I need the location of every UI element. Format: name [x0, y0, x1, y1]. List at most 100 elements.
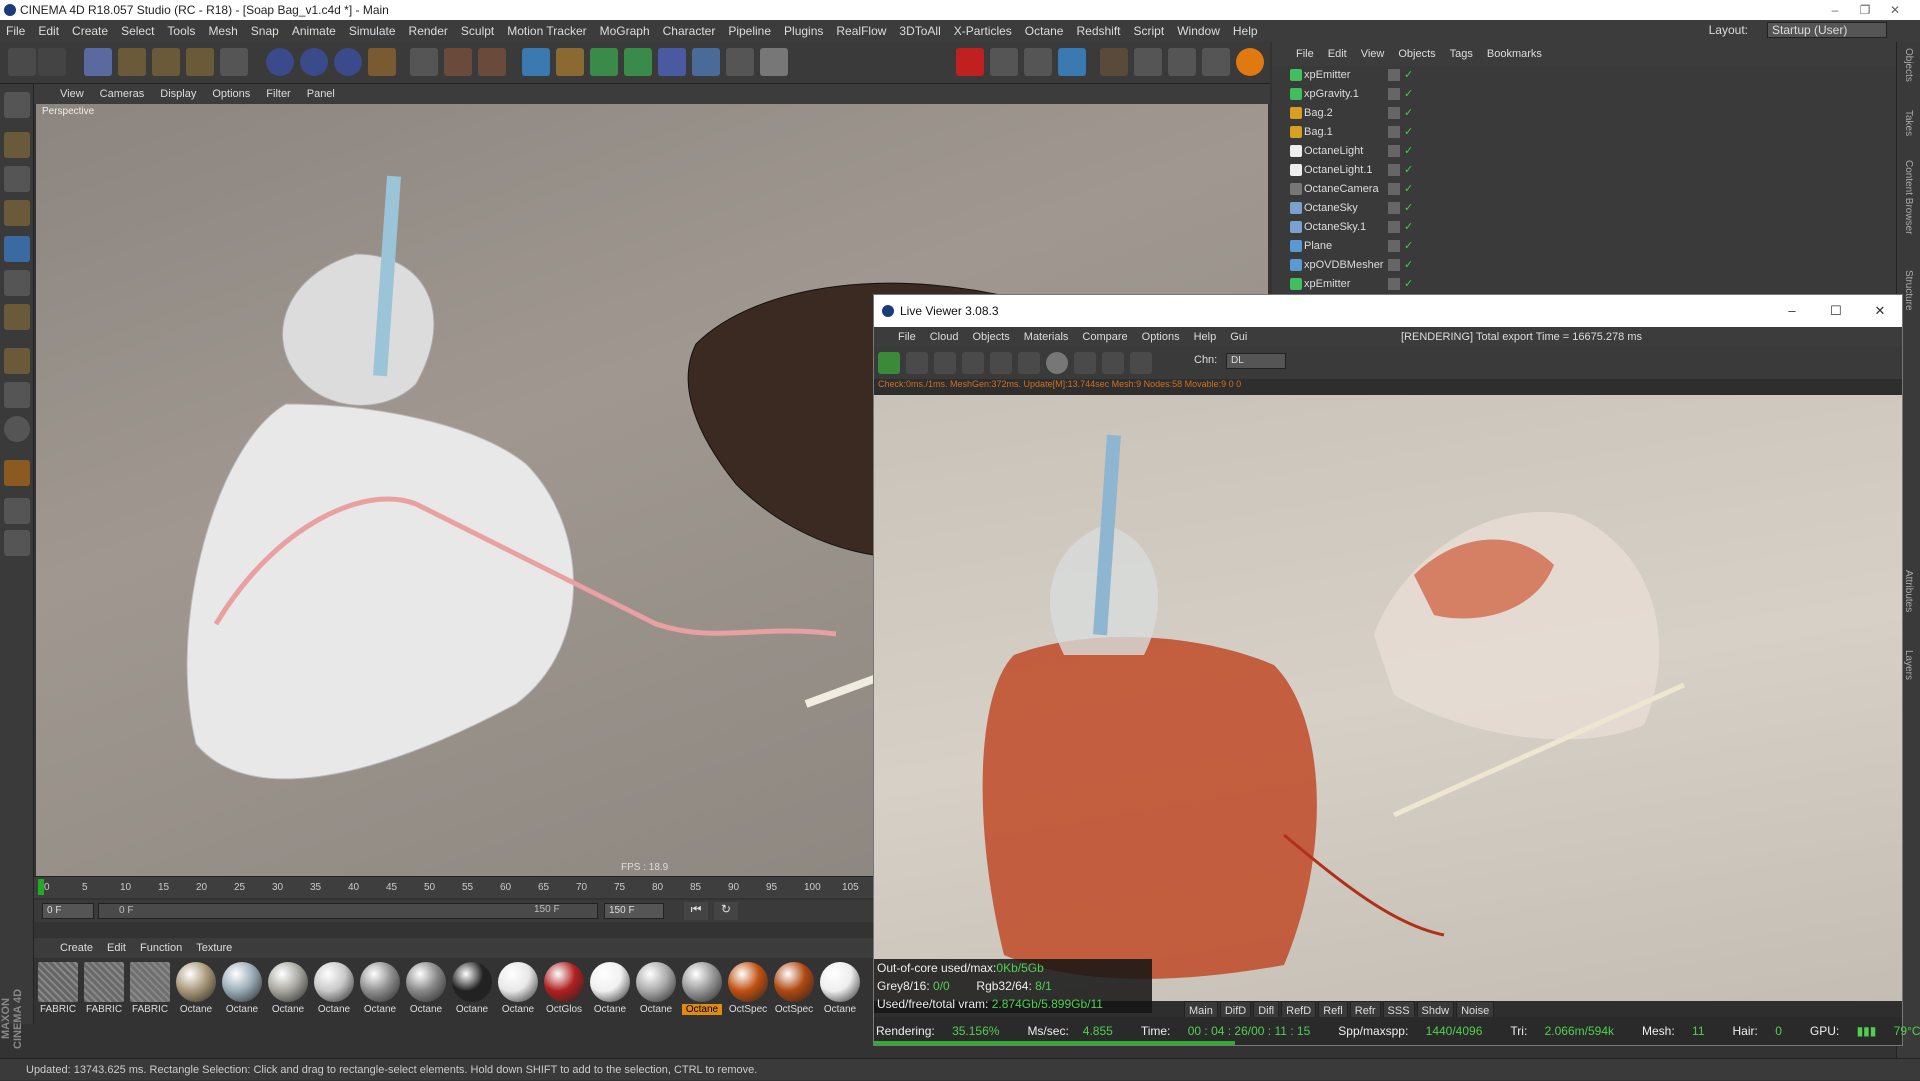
cloner-icon[interactable] [624, 48, 652, 76]
enable-check-icon[interactable]: ✓ [1404, 144, 1413, 157]
material-swatch[interactable]: OctGlos [544, 962, 584, 1015]
material-menu-create[interactable]: Create [60, 942, 93, 954]
rotate-tool-icon[interactable] [186, 48, 214, 76]
material-swatch[interactable]: OctSpec [774, 962, 814, 1015]
menu-x-particles[interactable]: X-Particles [954, 24, 1012, 38]
lv-menu-options[interactable]: Options [1142, 331, 1180, 343]
lv-menu-help[interactable]: Help [1194, 331, 1217, 343]
om-menu-file[interactable]: File [1296, 48, 1314, 60]
side-tab[interactable]: Content Browser [1903, 160, 1914, 234]
octane-material-icon[interactable] [1058, 48, 1086, 76]
region-render-icon[interactable] [962, 352, 984, 374]
menu-tools[interactable]: Tools [167, 24, 195, 38]
x-axis-icon[interactable] [266, 48, 294, 76]
loop-icon[interactable]: ↻ [714, 902, 738, 920]
snapping-icon[interactable] [4, 460, 30, 486]
material-swatch[interactable]: Octane [406, 962, 446, 1015]
lv-menu-objects[interactable]: Objects [972, 331, 1009, 343]
floor-icon[interactable] [692, 48, 720, 76]
visibility-toggle-icon[interactable] [1388, 221, 1400, 233]
selection-tool-icon[interactable] [84, 48, 112, 76]
clay-mode-icon[interactable] [1074, 352, 1096, 374]
material-swatch[interactable]: Octane [452, 962, 492, 1015]
material-swatch[interactable]: Octane [176, 962, 216, 1015]
material-swatch[interactable]: Octane [682, 962, 722, 1015]
menu-script[interactable]: Script [1134, 24, 1165, 38]
redo-icon[interactable] [38, 48, 66, 76]
om-menu-view[interactable]: View [1361, 48, 1385, 60]
minimize-icon[interactable]: – [1820, 0, 1850, 20]
lv-menu-compare[interactable]: Compare [1082, 331, 1127, 343]
undo-icon[interactable] [8, 48, 36, 76]
octane-film-icon[interactable] [990, 48, 1018, 76]
octane-live-viewer-icon[interactable] [956, 48, 984, 76]
snap-icon[interactable] [1100, 48, 1128, 76]
menu-sculpt[interactable]: Sculpt [461, 24, 494, 38]
menu-mograph[interactable]: MoGraph [600, 24, 650, 38]
object-row[interactable]: OctaneCamera ✓ [1272, 180, 1896, 199]
viewport-menu-options[interactable]: Options [212, 88, 250, 100]
channel-dropdown[interactable]: DL [1226, 353, 1286, 369]
material-swatch[interactable]: Octane [636, 962, 676, 1015]
menu-edit[interactable]: Edit [38, 24, 59, 38]
pbr-icon[interactable] [1202, 48, 1230, 76]
visibility-toggle-icon[interactable] [1388, 202, 1400, 214]
visibility-toggle-icon[interactable] [1388, 278, 1400, 290]
menu-3dtoall[interactable]: 3DToAll [899, 24, 940, 38]
menu-plugins[interactable]: Plugins [784, 24, 823, 38]
visibility-toggle-icon[interactable] [1388, 88, 1400, 100]
render-picture-viewer-icon[interactable] [444, 48, 472, 76]
model-mode-icon[interactable] [4, 132, 30, 158]
lock-icon[interactable] [1018, 352, 1040, 374]
coordinate-system-icon[interactable] [368, 48, 396, 76]
lv-menu-materials[interactable]: Materials [1024, 331, 1069, 343]
object-row[interactable]: Plane ✓ [1272, 237, 1896, 256]
om-menu-tags[interactable]: Tags [1450, 48, 1473, 60]
object-row[interactable]: xpEmitter ✓ [1272, 275, 1896, 294]
send-scene-icon[interactable] [878, 352, 900, 374]
subdivision-icon[interactable] [590, 48, 618, 76]
light-icon[interactable] [760, 48, 788, 76]
material-swatch[interactable]: FABRIC [84, 962, 124, 1015]
texture-mode-icon[interactable] [4, 166, 30, 192]
material-swatch[interactable]: Octane [498, 962, 538, 1015]
scale-tool-icon[interactable] [152, 48, 180, 76]
menu-help[interactable]: Help [1233, 24, 1258, 38]
render-settings-icon[interactable] [478, 48, 506, 76]
om-menu-edit[interactable]: Edit [1328, 48, 1347, 60]
menu-mesh[interactable]: Mesh [208, 24, 237, 38]
current-frame-field[interactable]: 0 F [42, 903, 94, 919]
lv-menu-cloud[interactable]: Cloud [930, 331, 959, 343]
object-row[interactable]: OctaneLight.1 ✓ [1272, 161, 1896, 180]
enable-check-icon[interactable]: ✓ [1404, 106, 1413, 119]
side-tab[interactable]: Attributes [1903, 570, 1914, 612]
om-menu-objects[interactable]: Objects [1398, 48, 1435, 60]
material-swatch[interactable]: Octane [268, 962, 308, 1015]
material-swatch[interactable]: Octane [222, 962, 262, 1015]
material-swatch[interactable]: FABRIC [38, 962, 78, 1015]
menu-simulate[interactable]: Simulate [349, 24, 396, 38]
render-view-icon[interactable] [410, 48, 438, 76]
object-row[interactable]: OctaneSky ✓ [1272, 199, 1896, 218]
enable-check-icon[interactable]: ✓ [1404, 68, 1413, 81]
z-axis-icon[interactable] [334, 48, 362, 76]
cube-icon[interactable] [522, 48, 550, 76]
object-row[interactable]: Bag.1 ✓ [1272, 123, 1896, 142]
material-menu-edit[interactable]: Edit [107, 942, 126, 954]
visibility-toggle-icon[interactable] [1388, 259, 1400, 271]
enable-check-icon[interactable]: ✓ [1404, 258, 1413, 271]
enable-check-icon[interactable]: ✓ [1404, 277, 1413, 290]
substance-icon[interactable] [1236, 48, 1264, 76]
object-row[interactable]: OctaneSky.1 ✓ [1272, 218, 1896, 237]
y-axis-icon[interactable] [300, 48, 328, 76]
max-frame-field[interactable]: 150 F [604, 903, 664, 919]
pick-material-icon[interactable] [1130, 352, 1152, 374]
points-mode-icon[interactable] [4, 236, 30, 262]
menu-window[interactable]: Window [1177, 24, 1220, 38]
menu-redshift[interactable]: Redshift [1076, 24, 1120, 38]
axis-mode-icon[interactable] [4, 348, 30, 374]
quantize-icon[interactable] [1168, 48, 1196, 76]
recent-tools-icon[interactable] [220, 48, 248, 76]
lv-close-icon[interactable]: ✕ [1858, 295, 1902, 327]
viewport-menu-filter[interactable]: Filter [266, 88, 290, 100]
